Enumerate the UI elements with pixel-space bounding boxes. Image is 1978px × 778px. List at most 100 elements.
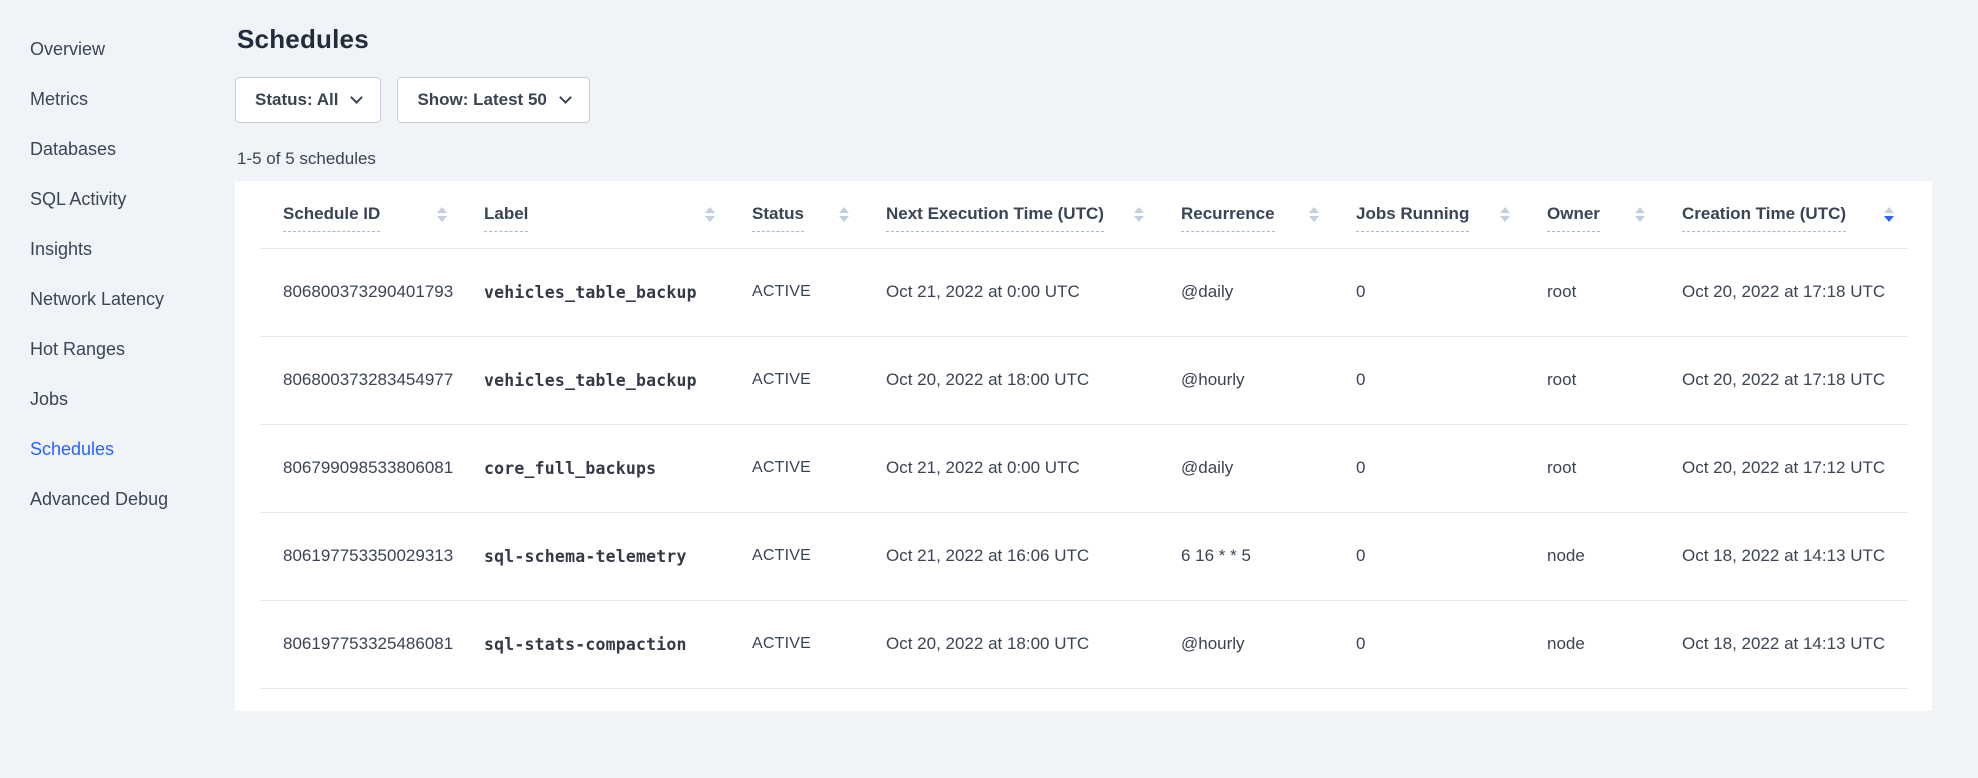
cell-owner: node: [1524, 512, 1659, 600]
sidebar-item-label: Insights: [30, 239, 92, 260]
column-header-creation-time[interactable]: Creation Time (UTC): [1659, 181, 1908, 248]
cell-jobs-running: 0: [1333, 600, 1524, 688]
column-header-jobs-running[interactable]: Jobs Running: [1333, 181, 1524, 248]
sidebar-item-insights[interactable]: Insights: [0, 224, 235, 274]
table-row: 806197753350029313 sql-schema-telemetry …: [260, 512, 1908, 600]
show-filter-label: Show: Latest 50: [417, 90, 546, 110]
cell-owner: root: [1524, 424, 1659, 512]
sidebar-item-label: Advanced Debug: [30, 489, 168, 510]
cell-recurrence: @daily: [1158, 424, 1333, 512]
cell-next-execution: Oct 21, 2022 at 16:06 UTC: [863, 512, 1158, 600]
schedules-table: Schedule ID Label Status Next Execution …: [260, 181, 1908, 689]
table-header-row: Schedule ID Label Status Next Execution …: [260, 181, 1908, 248]
chevron-down-icon: [351, 91, 364, 104]
schedules-table-card: Schedule ID Label Status Next Execution …: [235, 181, 1932, 711]
cell-next-execution: Oct 20, 2022 at 18:00 UTC: [863, 336, 1158, 424]
cell-label: sql-stats-compaction: [461, 600, 729, 688]
sidebar: Overview Metrics Databases SQL Activity …: [0, 0, 235, 778]
column-header-label: Status: [752, 204, 804, 232]
cell-creation-time: Oct 20, 2022 at 17:18 UTC: [1659, 336, 1908, 424]
sort-icon: [1500, 207, 1510, 222]
sidebar-item-label: SQL Activity: [30, 189, 126, 210]
sidebar-item-jobs[interactable]: Jobs: [0, 374, 235, 424]
cell-schedule-id: 806799098533806081: [260, 424, 461, 512]
column-header-label: Jobs Running: [1356, 204, 1469, 232]
sidebar-item-label: Databases: [30, 139, 116, 160]
cell-recurrence: @hourly: [1158, 336, 1333, 424]
sort-icon: [1309, 207, 1319, 222]
sort-icon: [705, 207, 715, 222]
column-header-next-execution-time[interactable]: Next Execution Time (UTC): [863, 181, 1158, 248]
column-header-status[interactable]: Status: [729, 181, 863, 248]
sort-icon: [1635, 207, 1645, 222]
sidebar-item-network-latency[interactable]: Network Latency: [0, 274, 235, 324]
table-row: 806197753325486081 sql-stats-compaction …: [260, 600, 1908, 688]
sidebar-item-label: Schedules: [30, 439, 114, 460]
cell-label: core_full_backups: [461, 424, 729, 512]
sidebar-item-label: Overview: [30, 39, 105, 60]
status-filter-label: Status: All: [255, 90, 338, 110]
column-header-label: Recurrence: [1181, 204, 1275, 232]
column-header-label: Creation Time (UTC): [1682, 204, 1846, 232]
cell-label: sql-schema-telemetry: [461, 512, 729, 600]
column-header-schedule-id[interactable]: Schedule ID: [260, 181, 461, 248]
cell-jobs-running: 0: [1333, 336, 1524, 424]
cell-recurrence: 6 16 * * 5: [1158, 512, 1333, 600]
cell-owner: node: [1524, 600, 1659, 688]
cell-schedule-id: 806197753350029313: [260, 512, 461, 600]
column-header-label: Next Execution Time (UTC): [886, 204, 1104, 232]
cell-next-execution: Oct 20, 2022 at 18:00 UTC: [863, 600, 1158, 688]
sidebar-item-schedules[interactable]: Schedules: [0, 424, 235, 474]
sidebar-item-label: Metrics: [30, 89, 88, 110]
cell-jobs-running: 0: [1333, 248, 1524, 336]
sidebar-item-overview[interactable]: Overview: [0, 24, 235, 74]
sidebar-item-advanced-debug[interactable]: Advanced Debug: [0, 474, 235, 524]
cell-recurrence: @hourly: [1158, 600, 1333, 688]
chevron-down-icon: [559, 91, 572, 104]
sidebar-item-label: Network Latency: [30, 289, 164, 310]
table-row: 806800373283454977 vehicles_table_backup…: [260, 336, 1908, 424]
sidebar-item-hot-ranges[interactable]: Hot Ranges: [0, 324, 235, 374]
sort-icon: [1134, 207, 1144, 222]
cell-status: ACTIVE: [729, 512, 863, 600]
cell-next-execution: Oct 21, 2022 at 0:00 UTC: [863, 424, 1158, 512]
cell-status: ACTIVE: [729, 424, 863, 512]
cell-label: vehicles_table_backup: [461, 336, 729, 424]
column-header-label: Owner: [1547, 204, 1600, 232]
table-row: 806800373290401793 vehicles_table_backup…: [260, 248, 1908, 336]
cell-creation-time: Oct 20, 2022 at 17:18 UTC: [1659, 248, 1908, 336]
cell-status: ACTIVE: [729, 248, 863, 336]
cell-jobs-running: 0: [1333, 512, 1524, 600]
filter-bar: Status: All Show: Latest 50: [235, 77, 1932, 123]
column-header-label: Label: [484, 204, 528, 232]
page-title: Schedules: [237, 24, 1932, 55]
cell-next-execution: Oct 21, 2022 at 0:00 UTC: [863, 248, 1158, 336]
results-count: 1-5 of 5 schedules: [237, 149, 1932, 169]
cell-creation-time: Oct 18, 2022 at 14:13 UTC: [1659, 600, 1908, 688]
table-row: 806799098533806081 core_full_backups ACT…: [260, 424, 1908, 512]
cell-schedule-id: 806800373290401793: [260, 248, 461, 336]
cell-schedule-id: 806197753325486081: [260, 600, 461, 688]
cell-status: ACTIVE: [729, 336, 863, 424]
cell-status: ACTIVE: [729, 600, 863, 688]
main-content: Schedules Status: All Show: Latest 50 1-…: [235, 0, 1978, 778]
column-header-owner[interactable]: Owner: [1524, 181, 1659, 248]
cell-creation-time: Oct 20, 2022 at 17:12 UTC: [1659, 424, 1908, 512]
sidebar-item-sql-activity[interactable]: SQL Activity: [0, 174, 235, 224]
sidebar-item-databases[interactable]: Databases: [0, 124, 235, 174]
cell-creation-time: Oct 18, 2022 at 14:13 UTC: [1659, 512, 1908, 600]
show-filter-dropdown[interactable]: Show: Latest 50: [397, 77, 589, 123]
cell-recurrence: @daily: [1158, 248, 1333, 336]
cell-label: vehicles_table_backup: [461, 248, 729, 336]
sort-icon: [839, 207, 849, 222]
cell-schedule-id: 806800373283454977: [260, 336, 461, 424]
column-header-label: Schedule ID: [283, 204, 380, 232]
sort-icon: [437, 207, 447, 222]
sort-icon-active-desc: [1884, 207, 1894, 222]
column-header-recurrence[interactable]: Recurrence: [1158, 181, 1333, 248]
status-filter-dropdown[interactable]: Status: All: [235, 77, 381, 123]
cell-owner: root: [1524, 248, 1659, 336]
sidebar-item-metrics[interactable]: Metrics: [0, 74, 235, 124]
column-header-label[interactable]: Label: [461, 181, 729, 248]
cell-jobs-running: 0: [1333, 424, 1524, 512]
